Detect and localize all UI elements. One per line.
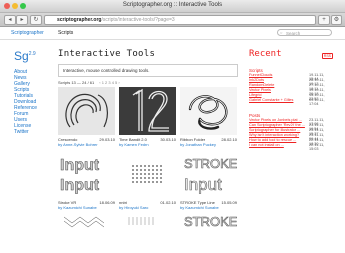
sidebar: Sg2.9 About News Gallery Scripts Tutoria…: [14, 49, 54, 135]
script-author[interactable]: by Anne-Sylvie Bohrer: [58, 142, 98, 147]
site-header: Scriptographer Scripts Search ○: [0, 27, 345, 40]
settings-icon[interactable]: ⚙: [331, 15, 342, 25]
forward-button[interactable]: ▸: [16, 15, 28, 25]
recent-script-date: 09.10.11, 17:04: [309, 98, 325, 107]
script-author[interactable]: by Jonathan Puckey: [180, 142, 216, 147]
recent-posts-list: Vector Pixels on Jonbels plat ... 23.11.1…: [249, 118, 333, 152]
thumbnail-ribbon-folder[interactable]: [180, 87, 237, 135]
script-date: 18.06.09: [99, 200, 115, 205]
svg-text:Input: Input: [60, 157, 100, 174]
browser-toolbar: ◂ ▸ ↻ scriptographer.org/scripts/interac…: [0, 13, 345, 27]
reload-button[interactable]: ↻: [30, 15, 42, 25]
search-input[interactable]: Search: [277, 29, 332, 36]
thumbnail-stroke-vr[interactable]: Input Input: [58, 150, 115, 198]
script-caption: Crescendo 29.03.10 by Anne-Sylvie Bohrer: [58, 137, 115, 147]
recent-panel: Recent RSS Scripts FunnelClouds 19.11.11,…: [249, 49, 333, 152]
recent-post-date: 22.11.11, 15:03: [309, 143, 325, 152]
pager: Scripts 13 — 24 / 61 ‹ 1 2 3 4 5 ›: [58, 80, 238, 85]
script-caption: Ribbon Folder 28.02.10 by Jonathan Pucke…: [180, 137, 237, 147]
script-date: 28.02.10: [221, 137, 237, 142]
thumbnail-nnbt[interactable]: [119, 150, 176, 198]
list-item: I can not install on ... 22.11.11, 15:03: [249, 143, 333, 152]
svg-text:Input: Input: [60, 177, 100, 194]
back-button[interactable]: ◂: [4, 15, 16, 25]
recent-title: Recent: [249, 49, 282, 59]
rss-button[interactable]: RSS: [321, 53, 333, 59]
intro-box: Interactive, mouse controlled drawing to…: [58, 64, 238, 77]
breadcrumb-scripts[interactable]: Scripts: [58, 30, 73, 36]
thumbnail-stroke-type-line[interactable]: STROKE Input: [180, 150, 237, 198]
url-path: /scripts/interactive-tools/?page=3: [101, 17, 175, 23]
script-caption: Stroke VR 18.06.09 by Kazumichi Sunabe: [58, 200, 115, 210]
bookmark-button[interactable]: +: [318, 15, 330, 25]
script-author[interactable]: by Kamen Fedrn: [119, 142, 149, 147]
url-host: scriptographer.org: [57, 17, 102, 23]
nav-twitter[interactable]: Twitter: [14, 129, 54, 135]
main-content: Interactive Tools Interactive, mouse con…: [58, 49, 238, 253]
script-date: 30.03.10: [160, 137, 176, 142]
script-caption: nnbt 01.02.10 by Hiroyuki Saro: [119, 200, 176, 210]
title-bar: Scriptographer.org :: Interactive Tools: [0, 0, 345, 13]
thumbnail-row3-1[interactable]: [58, 213, 115, 253]
script-date: 15.05.09: [221, 200, 237, 205]
site-logo[interactable]: Sg2.9: [14, 49, 54, 63]
script-author[interactable]: by Kazumichi Sunabe: [180, 205, 219, 210]
script-caption: STROKE Type Line 15.05.09 by Kazumichi S…: [180, 200, 237, 210]
page-title: Interactive Tools: [58, 49, 156, 59]
thumbnail-crescendo[interactable]: [58, 87, 115, 135]
address-bar[interactable]: scriptographer.org/scripts/interactive-t…: [44, 15, 316, 25]
svg-text:STROKE: STROKE: [184, 214, 237, 229]
script-author[interactable]: by Hiroyuki Saro: [119, 205, 148, 210]
search-icon: ○: [280, 30, 283, 35]
recent-post-link[interactable]: I can not install on ...: [249, 143, 305, 148]
window-title: Scriptographer.org :: Interactive Tools: [122, 2, 223, 8]
site-nav: About News Gallery Scripts Tutorials Dow…: [14, 69, 54, 135]
logo-text: Sg: [14, 49, 29, 63]
script-date: 01.02.10: [160, 200, 176, 205]
pager-range: Scripts 13 — 24 / 61: [58, 80, 95, 85]
recent-script-link[interactable]: Gabriel Constante + Gilles: [249, 98, 305, 103]
list-item: Gabriel Constante + Gilles 09.10.11, 17:0…: [249, 98, 333, 107]
svg-text:Input: Input: [184, 175, 222, 194]
script-date: 29.03.10: [99, 137, 115, 142]
thumbnail-row3-3[interactable]: STROKE: [180, 213, 237, 253]
script-author[interactable]: by Kazumichi Sunabe: [58, 205, 97, 210]
browser-window: Scriptographer.org :: Interactive Tools …: [0, 0, 345, 253]
recent-scripts-list: FunnelClouds 19.11.11, 15:44 Ink2Dots 28.1…: [249, 73, 333, 107]
pager-links[interactable]: ‹ 1 2 3 4 5 ›: [99, 80, 119, 85]
logo-version: 2.9: [28, 51, 36, 57]
web-page: Scriptographer Scripts Search ○ Sg2.9 Ab…: [0, 27, 345, 253]
script-caption: Time Bandit 2.0 30.03.10 by Kamen Fedrn: [119, 137, 176, 147]
site-brand-link[interactable]: Scriptographer: [11, 30, 44, 36]
svg-text:STROKE: STROKE: [184, 156, 237, 171]
thumbnail-row3-2[interactable]: [119, 213, 176, 253]
thumbnail-time-bandit[interactable]: [119, 87, 176, 135]
